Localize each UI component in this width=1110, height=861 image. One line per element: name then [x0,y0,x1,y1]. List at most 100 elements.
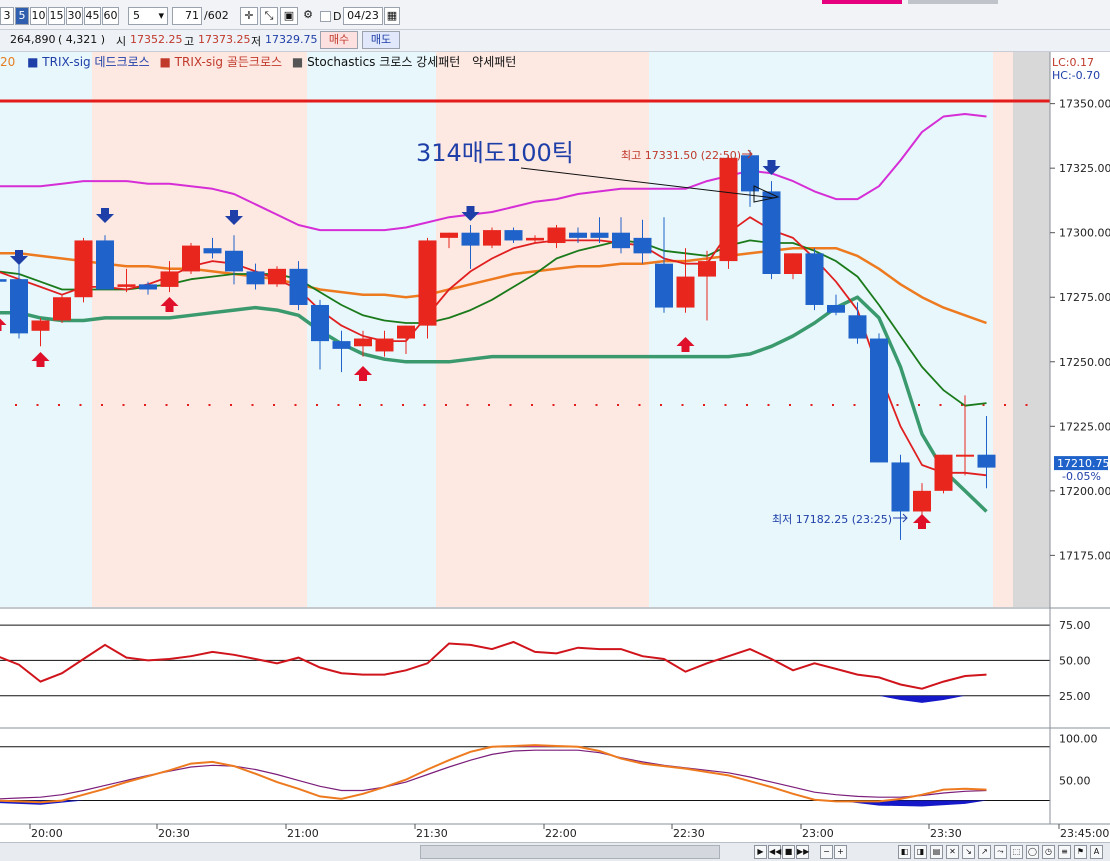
candle-body [956,454,974,457]
legend-item-trix-golden: TRIX-sig 골든크로스 [174,55,283,69]
tool-icon[interactable]: ◨ [914,845,927,859]
buy-button[interactable]: 매수 [320,31,358,49]
interval-button-15[interactable]: 15 [48,7,65,25]
time-tick-label: 22:00 [545,827,577,840]
oscillator-panels [0,607,1050,824]
time-tick-label: 23:00 [802,827,834,840]
date-input[interactable]: 04/23 [343,7,383,25]
dotted-level-dot [165,404,168,406]
candle-body [203,248,222,254]
interval-button-3[interactable]: 3 [0,7,14,25]
tool-icon[interactable]: ↘ [962,845,975,859]
tool-icon[interactable]: ◧ [898,845,911,859]
quote-bar: 264,890 ( 4,321 ) 시 17352.25 고 17373.25 … [0,30,1110,52]
price-tick-label: 17275.00 [1059,291,1110,304]
date-checkbox[interactable] [320,11,331,22]
oscillator-1-tick-label: 75.00 [1059,619,1091,632]
gear-icon[interactable]: ⚙ [300,7,316,25]
crosshair-tool-icon[interactable]: ✛ [240,7,258,25]
legend-item-trix-dead: TRIX-sig 데드크로스 [42,55,150,69]
interval-button-5[interactable]: 5 [15,7,29,25]
dotted-level-dot [681,404,684,406]
candle-body [375,338,394,352]
sell-button[interactable]: 매도 [362,31,400,49]
price-tick-label: 17300.00 [1059,227,1110,240]
candle [74,237,93,303]
dotted-level-dot [789,404,791,406]
dotted-level-dot [617,404,619,406]
tool-icon[interactable]: ◯ [1026,845,1039,859]
candle-body [569,232,587,238]
stop-icon[interactable]: ■ [782,845,795,859]
dotted-level-dot [15,404,17,406]
candle-body [913,490,931,512]
legend-marker: ■ [159,55,171,69]
oscillator-2-tick-label: 100.00 [1059,732,1098,745]
high-value: 17373.25 [198,33,251,46]
interval-button-45[interactable]: 45 [84,7,101,25]
oscillator-2-bg [0,728,1050,824]
dotted-level-dot [918,404,920,406]
dotted-level-dot [767,404,770,406]
dotted-level-dot [380,404,383,406]
session-band [1013,52,1050,607]
price-tick-label: 17325.00 [1059,162,1110,175]
indicator-legend: 20 ■ TRIX-sig 데드크로스 ■ TRIX-sig 골든크로스 ■ S… [0,52,1050,72]
tool-icon[interactable]: ⬚ [1010,845,1023,859]
open-value: 17352.25 [130,33,183,46]
tool-icon[interactable]: A [1090,845,1103,859]
dotted-level-dot [423,404,426,406]
volume-change: ( 4,321 ) [58,33,106,46]
price-chart[interactable]: 314매도100틱 최고 17331.50 (22:50) 최저 17182.25 … [0,52,1110,842]
time-tick-label: 20:30 [158,827,190,840]
play-icon[interactable]: ▶ [754,845,767,859]
interval-button-30[interactable]: 30 [66,7,83,25]
draw-tool-icon[interactable]: ⤡ [260,7,278,25]
price-tick-label: 17350.00 [1059,98,1110,111]
zoom-out-icon[interactable]: − [820,845,833,859]
legend-item-stoch-bull: Stochastics 크로스 강세패턴 [307,55,461,69]
dotted-level-dot [294,404,297,406]
candle-body [10,279,28,334]
save-icon[interactable]: ▣ [280,7,298,25]
horizontal-scrollbar[interactable] [420,845,720,859]
tool-icon[interactable]: ⤳ [994,845,1007,859]
candle-body [784,253,802,274]
candle [870,333,888,463]
candle-body [676,276,695,308]
dotted-level-dot [251,404,254,406]
calendar-icon[interactable]: ▦ [384,7,400,25]
candle-body [934,454,953,491]
candle-body [827,304,845,313]
candle-body [547,227,566,244]
dotted-level-dot [853,404,856,406]
candle [805,248,824,311]
candle-body [805,253,824,305]
rewind-icon[interactable]: ◀◀ [768,845,781,859]
interval-select[interactable]: 5 ▾ [128,7,168,25]
forward-icon[interactable]: ▶▶ [796,845,809,859]
dotted-level-dot [638,404,641,406]
tool-icon[interactable]: ↗ [978,845,991,859]
tool-icon[interactable]: ▤ [930,845,943,859]
hc-label: HC:-0.70 [1052,69,1100,82]
candle-body [182,245,200,272]
tool-icon[interactable]: ≡ [1058,845,1071,859]
interval-button-10[interactable]: 10 [30,7,47,25]
candle-body [590,232,609,238]
zoom-in-icon[interactable]: + [834,845,847,859]
tool-icon[interactable]: ✕ [946,845,959,859]
high-label: 고 [184,35,195,48]
lc-label: LC:0.17 [1052,56,1094,69]
candle [182,243,200,274]
dotted-level-dot [101,404,103,406]
time-tick-label: 21:00 [287,827,319,840]
chevron-down-icon: ▾ [158,9,164,22]
candle-body [311,304,329,342]
interval-button-60[interactable]: 60 [102,7,119,25]
tool-icon[interactable]: ⚑ [1074,845,1087,859]
candle-body [96,240,114,290]
dotted-level-dot [531,404,533,406]
count-input[interactable]: 71 [172,7,202,25]
tool-icon[interactable]: ◷ [1042,845,1055,859]
